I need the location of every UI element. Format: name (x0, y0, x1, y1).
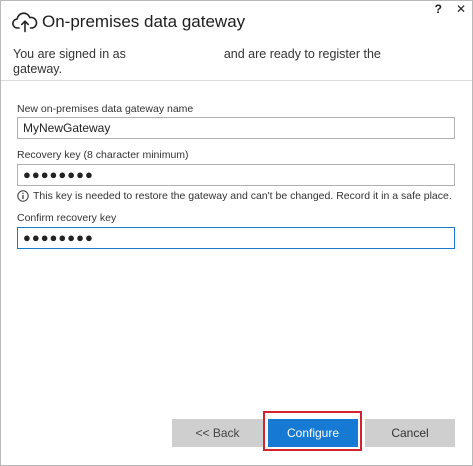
recovery-key-input[interactable]: ●●●●●●●● (17, 164, 455, 186)
signin-message: You are signed in as and are ready to re… (13, 47, 453, 77)
signin-account-blank (126, 47, 224, 62)
help-button[interactable]: ? (435, 1, 442, 17)
window-controls: ? ✕ (435, 1, 466, 17)
configure-highlight-box (263, 411, 362, 451)
signin-message-part2: and are ready to register the (223, 47, 381, 61)
recovery-key-info: This key is needed to restore the gatewa… (17, 190, 452, 202)
cancel-button[interactable]: Cancel (365, 419, 455, 447)
gateway-dialog: ? ✕ On-premises data gateway You are sig… (0, 0, 473, 466)
gateway-name-input[interactable] (17, 117, 455, 139)
confirm-key-input[interactable]: ●●●●●●●● (17, 227, 455, 249)
info-icon (17, 190, 29, 202)
close-button[interactable]: ✕ (456, 1, 466, 17)
header-divider (1, 80, 472, 81)
confirm-key-label: Confirm recovery key (17, 212, 117, 224)
signin-message-part3: gateway. (13, 62, 63, 76)
info-text: This key is needed to restore the gatewa… (33, 190, 452, 202)
dialog-title: On-premises data gateway (12, 11, 245, 33)
recovery-key-label: Recovery key (8 character minimum) (17, 149, 189, 161)
gateway-name-label: New on-premises data gateway name (17, 103, 194, 115)
signin-message-part1: You are signed in as (13, 47, 126, 61)
page-title: On-premises data gateway (42, 12, 246, 31)
back-button[interactable]: << Back (172, 419, 263, 447)
cloud-upload-icon (12, 11, 38, 33)
